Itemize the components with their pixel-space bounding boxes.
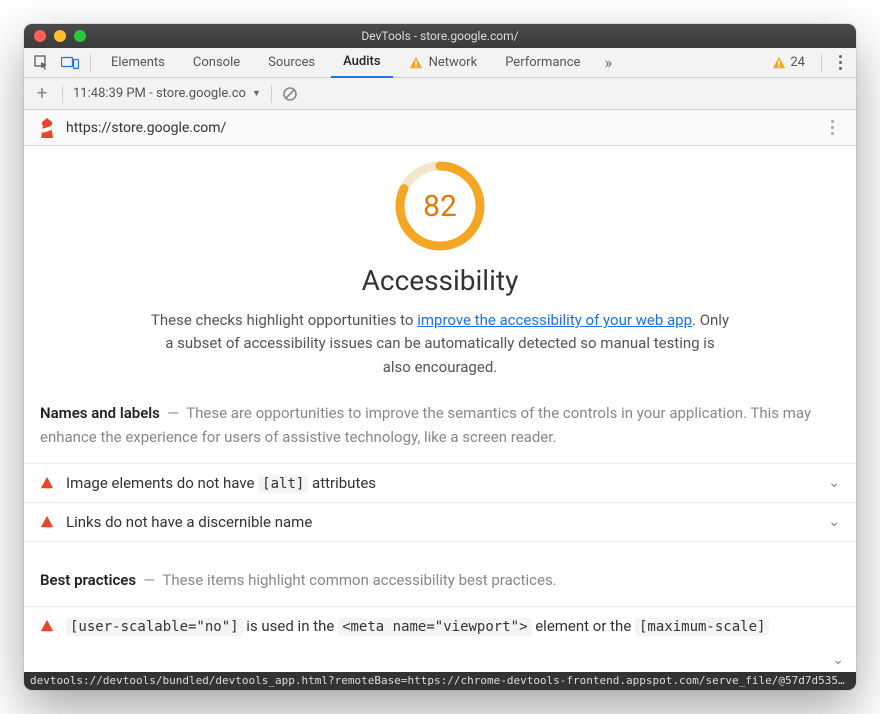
warning-icon <box>772 56 786 70</box>
category-title: Accessibility <box>362 264 519 297</box>
status-bar: devtools://devtools/bundled/devtools_app… <box>24 672 856 690</box>
audit-row[interactable]: Image elements do not have [alt] attribu… <box>24 464 856 503</box>
separator <box>821 54 822 72</box>
titlebar: DevTools - store.google.com/ <box>24 24 856 48</box>
traffic-lights <box>34 30 86 42</box>
inspect-element-icon[interactable] <box>30 51 54 75</box>
separator <box>90 54 91 72</box>
audit-run-dropdown[interactable]: 11:48:39 PM - store.google.co ▼ <box>73 86 261 101</box>
separator <box>62 85 63 103</box>
chevron-down-icon: ⌄ <box>828 475 840 491</box>
accessibility-doc-link[interactable]: improve the accessibility of your web ap… <box>417 311 692 329</box>
audit-list: Image elements do not have [alt] attribu… <box>24 463 856 542</box>
report-urlbar: https://store.google.com/ <box>24 110 856 146</box>
tab-network[interactable]: Network <box>397 48 490 78</box>
audit-run-label: 11:48:39 PM - store.google.co <box>73 86 246 101</box>
lighthouse-icon <box>38 118 56 138</box>
tab-audits[interactable]: Audits <box>331 48 392 78</box>
settings-menu-icon[interactable] <box>830 55 850 70</box>
score-gauge: 82 <box>394 160 486 252</box>
fail-icon <box>40 619 54 633</box>
tab-label: Network <box>429 55 478 70</box>
audit-row[interactable]: Links do not have a discernible name ⌄ <box>24 503 856 542</box>
section-description: These items highlight common accessibili… <box>162 571 556 589</box>
close-icon[interactable] <box>34 30 46 42</box>
zoom-icon[interactable] <box>74 30 86 42</box>
audit-list: [user-scalable="no"] is used in the <met… <box>24 606 856 645</box>
tab-console[interactable]: Console <box>181 48 252 78</box>
minimize-icon[interactable] <box>54 30 66 42</box>
devtools-window: DevTools - store.google.com/ Elements Co… <box>24 24 856 690</box>
tab-label: Audits <box>343 54 380 69</box>
section-title: Best practices <box>40 571 136 589</box>
dropdown-icon: ▼ <box>252 88 261 99</box>
tab-label: Performance <box>505 55 580 70</box>
window-title: DevTools - store.google.com/ <box>24 29 856 43</box>
fail-icon <box>40 476 54 490</box>
tab-label: Console <box>193 55 240 70</box>
audit-title: Image elements do not have [alt] attribu… <box>66 474 816 492</box>
device-toolbar-icon[interactable] <box>58 51 82 75</box>
warning-icon <box>409 56 423 70</box>
report-menu-icon[interactable] <box>822 120 842 135</box>
clear-button[interactable] <box>282 86 298 102</box>
score-value: 82 <box>394 160 486 252</box>
report-body: 82 Accessibility These checks highlight … <box>24 146 856 690</box>
tab-label: Elements <box>111 55 165 70</box>
panel-tabstrip: Elements Console Sources Audits Network … <box>24 48 856 78</box>
fail-icon <box>40 515 54 529</box>
tab-performance[interactable]: Performance <box>493 48 592 78</box>
separator <box>271 85 272 103</box>
category-description: These checks highlight opportunities to … <box>120 309 760 379</box>
warning-count-value: 24 <box>790 55 805 70</box>
chevron-down-icon: ⌄ <box>832 652 844 668</box>
audits-toolbar: + 11:48:39 PM - store.google.co ▼ <box>24 78 856 110</box>
section-names-and-labels: Names and labels — These are opportuniti… <box>24 401 856 449</box>
console-warning-count[interactable]: 24 <box>764 55 813 70</box>
tab-elements[interactable]: Elements <box>99 48 177 78</box>
section-title: Names and labels <box>40 404 160 422</box>
more-tabs-icon[interactable]: » <box>596 51 620 75</box>
tab-sources[interactable]: Sources <box>256 48 327 78</box>
desc-text: These checks highlight opportunities to <box>151 311 417 329</box>
new-audit-button[interactable]: + <box>32 83 52 104</box>
section-best-practices: Best practices — These items highlight c… <box>24 568 856 592</box>
audit-title: [user-scalable="no"] is used in the <met… <box>66 617 840 635</box>
audit-row[interactable]: [user-scalable="no"] is used in the <met… <box>24 607 856 645</box>
report-url: https://store.google.com/ <box>66 120 226 136</box>
audit-title: Links do not have a discernible name <box>66 513 816 531</box>
tab-label: Sources <box>268 55 315 70</box>
chevron-down-icon: ⌄ <box>828 514 840 530</box>
